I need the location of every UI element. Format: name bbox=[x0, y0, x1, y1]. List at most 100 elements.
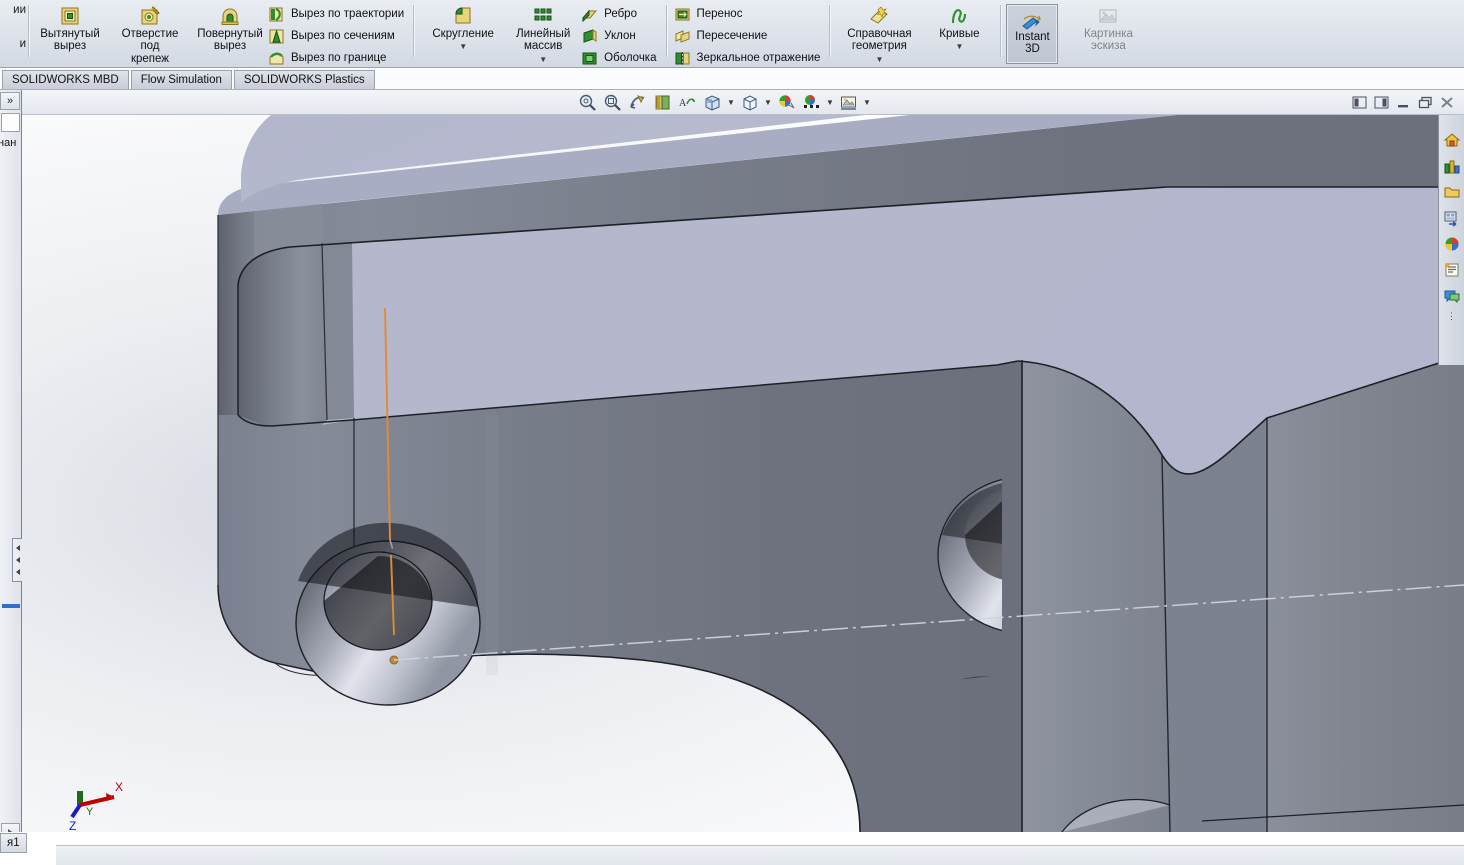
display-style-button[interactable] bbox=[700, 91, 725, 113]
panel-truncated-label: нан bbox=[0, 137, 17, 149]
boundary-cut-icon bbox=[269, 51, 284, 64]
view-settings-caret-icon[interactable]: ▼ bbox=[861, 91, 873, 113]
apply-scene-caret-icon[interactable]: ▼ bbox=[824, 91, 836, 113]
shell-button[interactable]: Оболочка bbox=[579, 47, 660, 69]
tab-flow-simulation[interactable]: Flow Simulation bbox=[130, 70, 232, 89]
collapse-arrow-icon bbox=[16, 569, 20, 575]
curves-button[interactable]: Кривые ▼ bbox=[923, 2, 995, 51]
edit-appearance-button[interactable] bbox=[774, 91, 799, 113]
shell-icon bbox=[582, 52, 597, 64]
apply-scene-icon bbox=[804, 94, 819, 108]
hide-show-items-button[interactable] bbox=[737, 91, 762, 113]
addin-tab-strip: SOLIDWORKS MBD Flow Simulation SOLIDWORK… bbox=[0, 68, 1464, 90]
modify-commands-list: Ребро Уклон Оболочка bbox=[579, 2, 660, 69]
hide-show-caret-icon[interactable]: ▼ bbox=[762, 91, 774, 113]
move-face-button[interactable]: Перенос bbox=[672, 3, 825, 25]
section-view-button[interactable] bbox=[650, 91, 675, 113]
close-button[interactable] bbox=[1439, 95, 1456, 110]
linear-pattern-icon bbox=[534, 8, 552, 21]
svg-text:A: A bbox=[679, 98, 687, 109]
task-pane-resize-dots[interactable]: ⋮ bbox=[1447, 311, 1456, 322]
zoom-to-fit-button[interactable] bbox=[575, 91, 600, 113]
heads-up-view-toolbar: A ▼ ▼ ▼ ▼ bbox=[0, 90, 1464, 115]
sketch-picture-icon bbox=[1099, 9, 1117, 23]
design-library-button[interactable] bbox=[1440, 153, 1464, 178]
tile-left-button[interactable] bbox=[1351, 95, 1368, 110]
view-palette-icon bbox=[1444, 211, 1456, 227]
file-explorer-button[interactable] bbox=[1440, 179, 1464, 204]
appearances-scenes-icon bbox=[1445, 237, 1458, 250]
triad-y-label: Y bbox=[86, 806, 94, 818]
curves-caret-icon[interactable]: ▼ bbox=[955, 42, 963, 51]
hide-show-items-icon bbox=[743, 94, 757, 111]
revolved-cut-button[interactable]: Повернутый вырез bbox=[194, 2, 266, 53]
document-tab[interactable]: я1 bbox=[0, 833, 27, 853]
reference-geometry-caret-icon[interactable]: ▼ bbox=[875, 55, 883, 64]
file-explorer-icon bbox=[1444, 187, 1459, 197]
view-settings-button[interactable] bbox=[836, 91, 861, 113]
collapse-arrow-icon bbox=[16, 557, 20, 563]
linear-pattern-caret-icon[interactable]: ▼ bbox=[539, 55, 547, 64]
view-orientation-button[interactable]: A bbox=[675, 91, 700, 113]
panel-expander-button[interactable]: » bbox=[0, 92, 20, 110]
boundary-cut-button[interactable]: Вырез по границе bbox=[266, 47, 408, 69]
mirror-label: Зеркальное отражение bbox=[696, 52, 821, 64]
solidworks-forum-button[interactable] bbox=[1440, 283, 1464, 308]
display-style-caret-icon[interactable]: ▼ bbox=[725, 91, 737, 113]
mirror-button[interactable]: Зеркальное отражение bbox=[672, 47, 825, 69]
zoom-to-area-button[interactable] bbox=[600, 91, 625, 113]
view-settings-icon bbox=[841, 96, 856, 110]
ribbon-toolbar: ии и Вытянутый вырез Отверстие под крепе… bbox=[0, 0, 1464, 68]
instant3d-label: Instant 3D bbox=[1015, 30, 1050, 56]
swept-cut-button[interactable]: Вырез по траектории bbox=[266, 3, 408, 25]
minimize-button[interactable] bbox=[1395, 95, 1412, 110]
display-style-icon bbox=[705, 94, 720, 111]
move-face-icon bbox=[675, 8, 689, 20]
ribbon-truncated-line1: ии bbox=[13, 4, 26, 16]
appearances-scenes-button[interactable] bbox=[1440, 231, 1464, 256]
fillet-button[interactable]: Скругление ▼ bbox=[419, 2, 507, 51]
move-face-label: Перенос bbox=[696, 8, 743, 20]
view-orientation-icon: A bbox=[679, 98, 695, 109]
ribbon-truncated-group: ии и bbox=[0, 0, 28, 67]
boundary-cut-label: Вырез по границе bbox=[291, 52, 387, 64]
tile-left-icon bbox=[1352, 96, 1367, 109]
linear-pattern-button[interactable]: Линейный массив ▼ bbox=[507, 2, 579, 64]
reference-geometry-label: Справочная геометрия bbox=[847, 28, 912, 53]
restore-icon bbox=[1418, 96, 1432, 109]
status-bar bbox=[56, 845, 1464, 865]
reference-geometry-button[interactable]: Справочная геометрия ▼ bbox=[835, 2, 923, 64]
instant3d-button[interactable]: Instant 3D bbox=[1006, 4, 1059, 64]
cut-commands-list: Вырез по траектории Вырез по сечениям Вы… bbox=[266, 2, 408, 69]
sketch-picture-button[interactable]: Картинка эскиза bbox=[1064, 2, 1152, 53]
rib-button[interactable]: Ребро bbox=[579, 3, 660, 25]
apply-scene-button[interactable] bbox=[799, 91, 824, 113]
linear-pattern-label: Линейный массив bbox=[516, 28, 571, 53]
intersect-button[interactable]: Пересечение bbox=[672, 25, 825, 47]
custom-properties-icon bbox=[1445, 263, 1458, 276]
tile-right-button[interactable] bbox=[1373, 95, 1390, 110]
draft-button[interactable]: Уклон bbox=[579, 25, 660, 47]
solidworks-resources-button[interactable] bbox=[1440, 127, 1464, 152]
close-icon bbox=[1441, 97, 1453, 108]
view-palette-button[interactable] bbox=[1440, 205, 1464, 230]
custom-properties-button[interactable] bbox=[1440, 257, 1464, 282]
rib-icon bbox=[582, 9, 598, 22]
rib-label: Ребро bbox=[604, 8, 637, 20]
tab-solidworks-mbd[interactable]: SOLIDWORKS MBD bbox=[2, 70, 129, 89]
design-library-icon bbox=[1444, 160, 1459, 173]
shell-label: Оболочка bbox=[604, 52, 657, 64]
window-controls bbox=[1351, 90, 1456, 115]
extruded-cut-button[interactable]: Вытянутый вырез bbox=[34, 2, 106, 53]
graphics-viewport[interactable]: X Y Z bbox=[22, 115, 1464, 832]
restore-button[interactable] bbox=[1417, 95, 1434, 110]
lofted-cut-button[interactable]: Вырез по сечениям bbox=[266, 25, 408, 47]
previous-view-button[interactable] bbox=[625, 91, 650, 113]
hole-wizard-button[interactable]: Отверстие под крепеж bbox=[106, 2, 194, 65]
tab-solidworks-plastics[interactable]: SOLIDWORKS Plastics bbox=[233, 70, 375, 89]
panel-tab-box[interactable] bbox=[1, 113, 20, 132]
fillet-caret-icon[interactable]: ▼ bbox=[459, 42, 467, 51]
edit-appearance-icon bbox=[779, 94, 795, 108]
mirror-icon bbox=[675, 51, 689, 65]
sketch-picture-label: Картинка эскиза bbox=[1083, 28, 1133, 53]
